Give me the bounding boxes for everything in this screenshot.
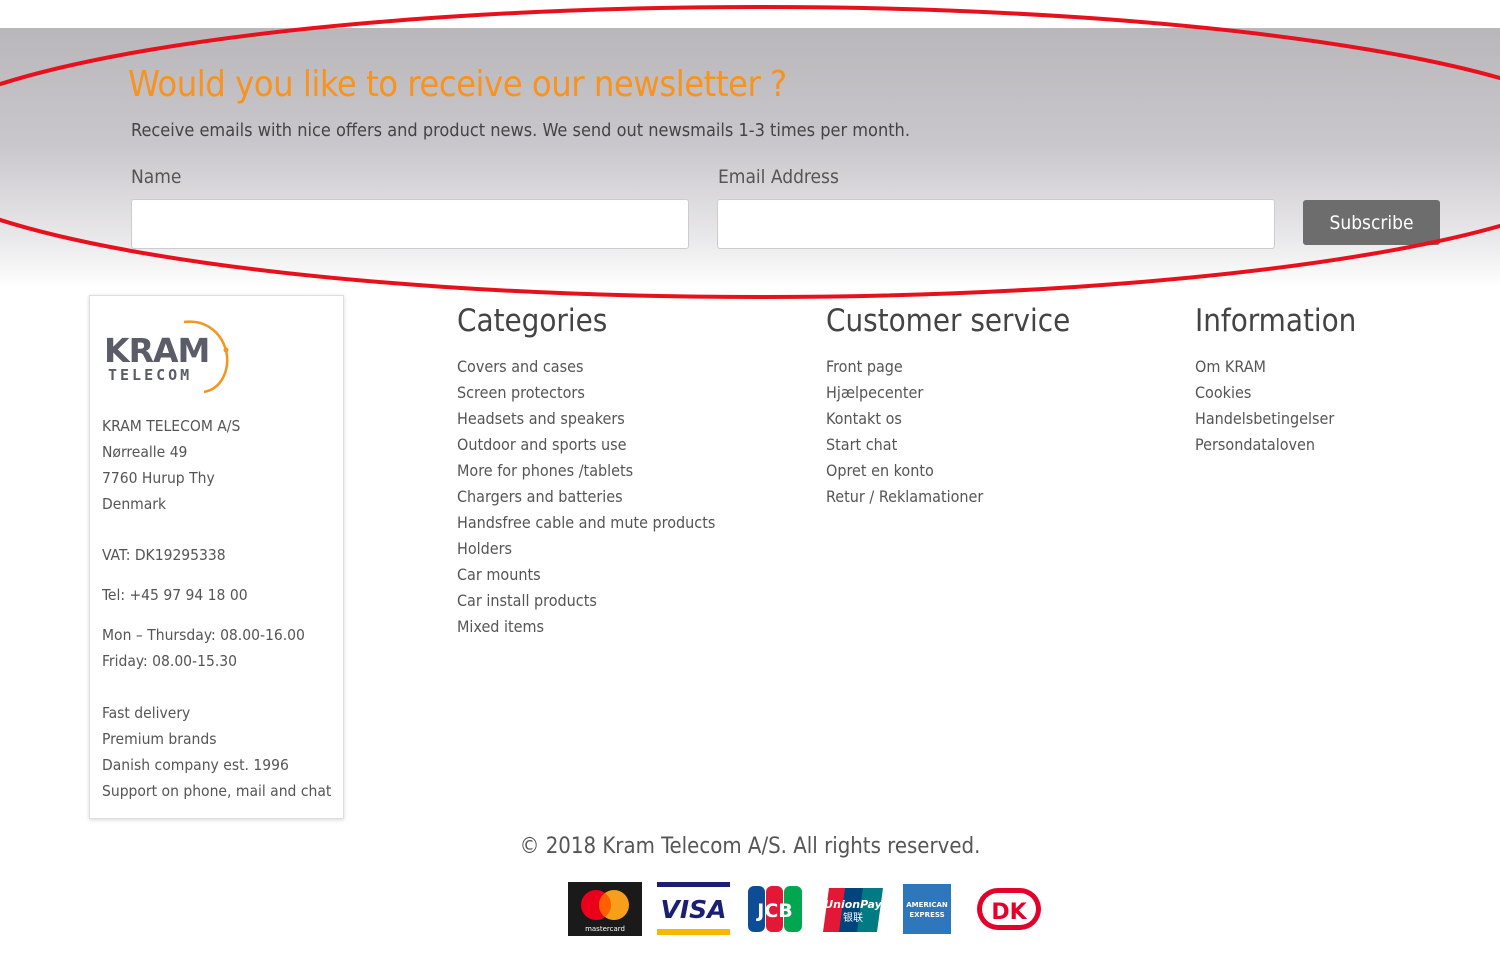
mastercard-logo: mastercard — [568, 882, 642, 936]
feature-item: Support on phone, mail and chat — [102, 782, 332, 800]
customer-service-link[interactable]: Front page — [826, 354, 983, 380]
category-link[interactable]: Chargers and batteries — [457, 484, 715, 510]
logo-wordmark: KRAM — [104, 331, 209, 370]
feature-item: Premium brands — [102, 730, 217, 748]
address-line-city: 7760 Hurup Thy — [102, 469, 215, 487]
amex-text-line1: AMERICAN — [906, 901, 948, 909]
name-label: Name — [131, 166, 182, 188]
kram-telecom-logo: KRAM TELECOM — [104, 320, 229, 394]
categories-heading: Categories — [457, 303, 608, 339]
unionpay-text: UnionPay — [824, 898, 882, 911]
name-input[interactable] — [131, 199, 689, 249]
information-list: Om KRAM Cookies Handelsbetingelser Perso… — [1195, 354, 1334, 458]
customer-service-link[interactable]: Start chat — [826, 432, 983, 458]
customer-service-link[interactable]: Kontakt os — [826, 406, 983, 432]
hours-friday: Friday: 08.00-15.30 — [102, 652, 237, 670]
category-link[interactable]: Handsfree cable and mute products — [457, 510, 715, 536]
newsletter-subtitle: Receive emails with nice offers and prod… — [131, 120, 910, 141]
jcb-text: JCB — [755, 900, 793, 922]
visa-logo: VISA — [657, 882, 730, 936]
information-heading: Information — [1195, 303, 1357, 339]
information-link[interactable]: Handelsbetingelser — [1195, 406, 1334, 432]
address-line-street: Nørrealle 49 — [102, 443, 188, 461]
category-link[interactable]: Screen protectors — [457, 380, 715, 406]
category-link[interactable]: Headsets and speakers — [457, 406, 715, 432]
logo-subtext: TELECOM — [108, 366, 192, 384]
american-express-logo: AMERICAN EXPRESS — [903, 884, 951, 934]
category-link[interactable]: Outdoor and sports use — [457, 432, 715, 458]
address-line-company: KRAM TELECOM A/S — [102, 417, 241, 435]
top-strip — [0, 0, 1500, 28]
customer-service-link[interactable]: Hjælpecenter — [826, 380, 983, 406]
category-link[interactable]: More for phones /tablets — [457, 458, 715, 484]
dankort-text: DK — [991, 900, 1027, 925]
unionpay-cn-text: 银联 — [843, 911, 863, 924]
mastercard-text: mastercard — [585, 925, 625, 933]
email-input[interactable] — [717, 199, 1275, 249]
hours-weekdays: Mon – Thursday: 08.00-16.00 — [102, 626, 305, 644]
newsletter-title: Would you like to receive our newsletter… — [128, 64, 787, 105]
customer-service-list: Front page Hjælpecenter Kontakt os Start… — [826, 354, 983, 510]
customer-service-link[interactable]: Opret en konto — [826, 458, 983, 484]
categories-list: Covers and cases Screen protectors Heads… — [457, 354, 715, 640]
category-link[interactable]: Car install products — [457, 588, 715, 614]
customer-service-link[interactable]: Retur / Reklamationer — [826, 484, 983, 510]
jcb-logo: JCB — [748, 886, 802, 932]
amex-text-line2: EXPRESS — [909, 911, 944, 919]
newsletter-section: Would you like to receive our newsletter… — [0, 28, 1500, 288]
subscribe-button[interactable]: Subscribe — [1303, 200, 1440, 245]
vat-number: VAT: DK19295338 — [102, 546, 226, 564]
feature-item: Danish company est. 1996 — [102, 756, 289, 774]
company-info-card: KRAM TELECOM KRAM TELECOM A/S Nørrealle … — [89, 295, 344, 819]
email-label: Email Address — [718, 166, 839, 188]
copyright: © 2018 Kram Telecom A/S. All rights rese… — [519, 834, 981, 859]
customer-service-heading: Customer service — [826, 303, 1071, 339]
feature-item: Fast delivery — [102, 704, 191, 722]
information-link[interactable]: Cookies — [1195, 380, 1334, 406]
category-link[interactable]: Mixed items — [457, 614, 715, 640]
information-link[interactable]: Persondataloven — [1195, 432, 1334, 458]
unionpay-logo: UnionPay 银联 — [823, 888, 883, 932]
information-link[interactable]: Om KRAM — [1195, 354, 1334, 380]
dankort-logo: DK — [977, 888, 1041, 930]
visa-text: VISA — [660, 895, 726, 924]
category-link[interactable]: Car mounts — [457, 562, 715, 588]
address-line-country: Denmark — [102, 495, 167, 513]
category-link[interactable]: Holders — [457, 536, 715, 562]
category-link[interactable]: Covers and cases — [457, 354, 715, 380]
telephone: Tel: +45 97 94 18 00 — [102, 586, 248, 604]
